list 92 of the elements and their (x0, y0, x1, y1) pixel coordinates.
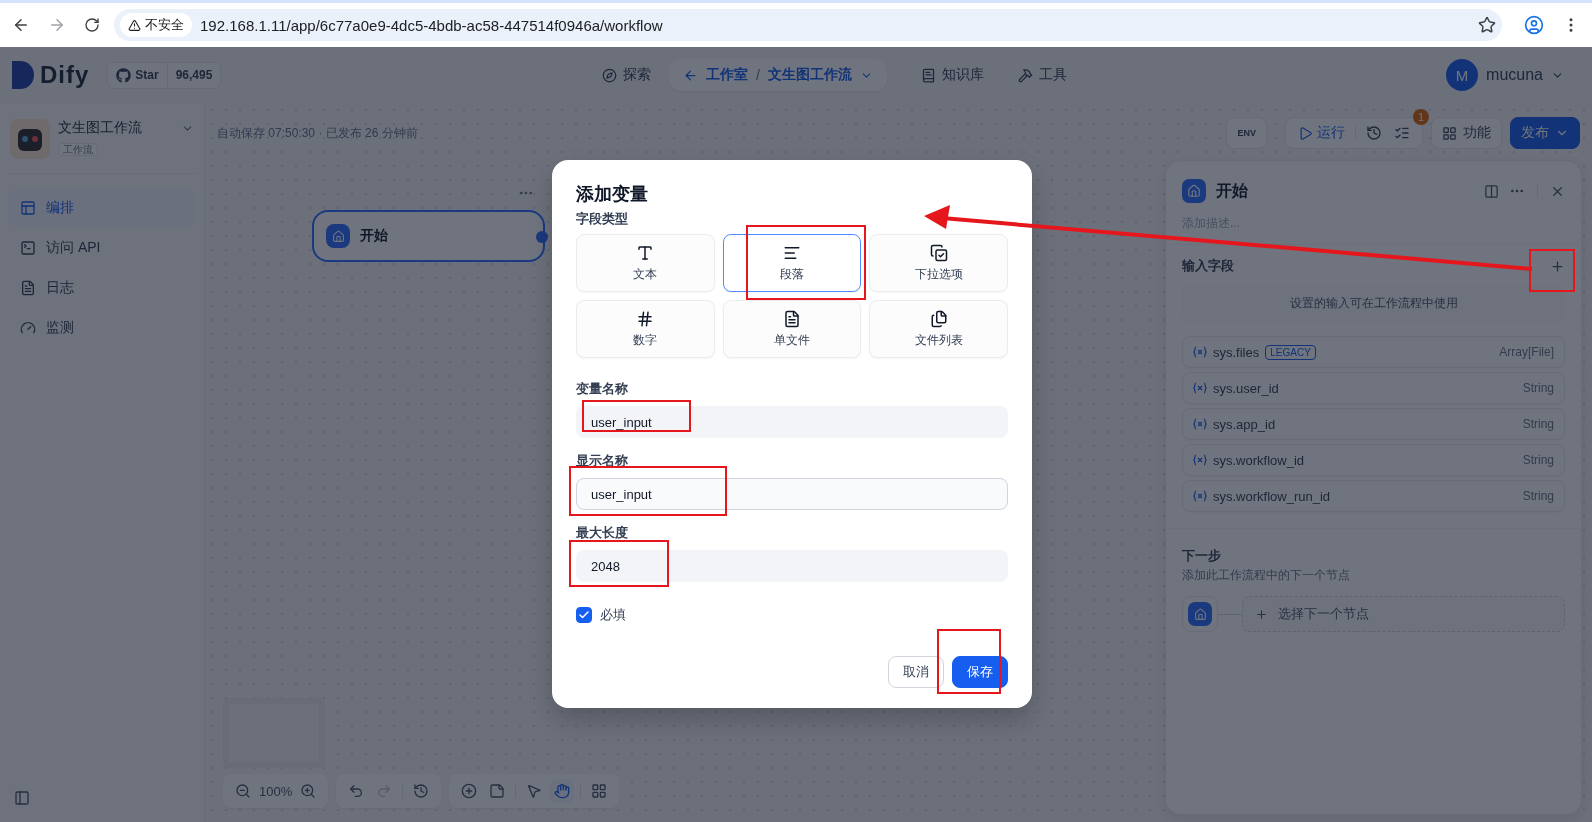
node-title: 开始 (360, 227, 388, 245)
warning-icon (128, 18, 141, 32)
sidebar-item[interactable]: 日志 (8, 270, 196, 306)
input-field[interactable]: user_input (576, 406, 1008, 438)
panel-title: 开始 (1216, 180, 1248, 201)
github-icon (116, 67, 132, 83)
type-option[interactable]: 下拉选项 (869, 234, 1008, 292)
variable-name: sys.workflow_run_id (1213, 488, 1331, 504)
highlight-frame (1529, 249, 1575, 292)
sidebar-item[interactable]: 访问 API (8, 230, 196, 266)
highlight-frame (937, 629, 1001, 694)
terminal-icon (20, 240, 36, 256)
robot-avatar-icon (10, 119, 50, 159)
breadcrumb[interactable]: 工作室 / 文生图工作流 (669, 59, 887, 91)
variable-icon (1193, 418, 1207, 430)
type-option[interactable]: 段落 (722, 234, 862, 292)
user-avatar[interactable]: M (1446, 59, 1479, 91)
variable-name: sys.app_id (1213, 416, 1276, 432)
variable-name: sys.workflow_id (1213, 452, 1305, 468)
logo-text: Dify (40, 61, 90, 89)
play-icon (1298, 125, 1313, 141)
field-label: 字段类型 (576, 210, 629, 228)
legacy-tag: LEGACY (1265, 344, 1316, 360)
type-option[interactable]: 数字 (576, 300, 715, 358)
hammer-icon (1017, 67, 1033, 83)
variable-name: sys.user_id (1213, 380, 1279, 396)
save-button[interactable]: 保存 (952, 656, 1008, 688)
hand-icon[interactable] (550, 779, 575, 803)
sidebar-item[interactable]: 监测 (8, 310, 196, 346)
start-node[interactable]: 开始 (312, 210, 545, 262)
security-label: 不安全 (145, 16, 184, 34)
next-step-title: 下一步 (1182, 547, 1222, 565)
explore-link[interactable]: 探索 (592, 60, 661, 90)
field-label: 显示名称 (576, 452, 629, 470)
text-icon (636, 243, 655, 262)
app-link[interactable]: 文生图工作流 (767, 66, 852, 84)
dialog-title: 添加变量 (576, 183, 649, 206)
url-text: 192.168.1.11/app/6c77a0e9-4dc5-4bdb-ac58-447514f0946a/workflow (200, 16, 664, 34)
star-label: Star (135, 68, 159, 82)
security-chip[interactable]: 不安全 (120, 13, 192, 37)
variable-type: String (1522, 453, 1554, 467)
input-field[interactable]: user_input (576, 478, 1008, 510)
nav-link[interactable]: 工具 (1007, 60, 1077, 90)
checklist-icon (929, 243, 948, 262)
required-checkbox[interactable] (576, 607, 592, 623)
publish-button[interactable]: 发布 (1510, 117, 1580, 149)
features-button[interactable]: 功能 (1431, 117, 1502, 149)
address-bar[interactable]: 不安全 192.168.1.11/app/6c77a0e9-4dc5-4bdb-ac58-447514f0946a/workflow (114, 9, 1502, 41)
grid-icon (1442, 125, 1457, 141)
star-count: 96,495 (175, 68, 213, 82)
variable-icon (1193, 382, 1207, 394)
files-icon (929, 309, 948, 328)
field-label: 变量名称 (576, 380, 629, 398)
home-icon (1182, 179, 1206, 203)
compass-icon (602, 67, 617, 83)
env-button[interactable]: ENV (1226, 117, 1267, 149)
user-name[interactable]: mucuna (1486, 66, 1543, 84)
field-label: 最大长度 (576, 524, 629, 542)
bookmark-star-icon[interactable] (1478, 16, 1496, 34)
add-icon[interactable] (1550, 258, 1565, 274)
breadcrumb-separator: / (756, 67, 760, 83)
home-icon (326, 224, 350, 248)
check-icon (578, 609, 590, 621)
nav-link[interactable]: 知识库 (910, 60, 994, 90)
sidebar-item[interactable]: 编排 (8, 190, 196, 226)
section-title: 输入字段 (1182, 257, 1234, 275)
variable-icon (1193, 490, 1207, 502)
checkbox-label: 必填 (600, 606, 626, 624)
type-option[interactable]: 文件列表 (869, 300, 1008, 358)
variable-icon (1193, 346, 1207, 358)
type-option[interactable]: 单文件 (722, 300, 862, 358)
logo-icon (12, 61, 34, 89)
count-badge: 1 (1413, 109, 1429, 125)
variable-type: String (1522, 417, 1554, 431)
variable-type: String (1522, 489, 1554, 503)
github-star-button[interactable]: Star 96,495 (107, 61, 222, 89)
plus-icon (1255, 607, 1268, 621)
variable-type: Array[File] (1499, 345, 1554, 359)
variable-type: String (1522, 381, 1554, 395)
variable-icon (1193, 454, 1207, 466)
document-icon (783, 309, 801, 328)
variable-name: sys.files (1213, 344, 1260, 360)
app-name: 文生图工作流 (58, 119, 142, 137)
zoom-level[interactable]: 100% (259, 783, 293, 799)
input-field[interactable]: 2048 (576, 550, 1008, 582)
layout-icon (20, 200, 36, 216)
document-icon (20, 280, 36, 296)
hash-icon (636, 309, 655, 328)
home-icon (1188, 602, 1212, 626)
studio-link[interactable]: 工作室 (706, 66, 748, 84)
type-option[interactable]: 文本 (576, 234, 715, 292)
gauge-icon (20, 320, 36, 336)
